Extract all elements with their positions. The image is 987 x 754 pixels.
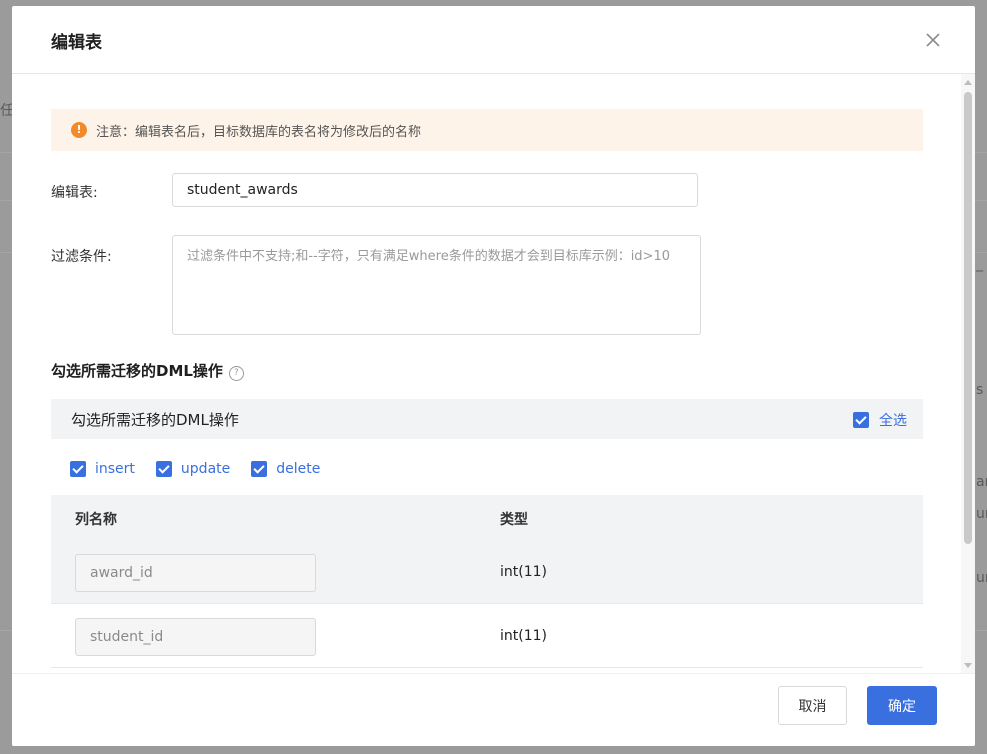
dml-panel-title: 勾选所需迁移的DML操作 [71,411,239,429]
confirm-button[interactable]: 确定 [867,686,937,725]
checkbox-checked-icon [155,461,172,477]
column-type-header: 类型 [500,512,528,528]
checkbox-checked-icon [70,461,86,477]
dialog-footer: 取消 确定 [12,673,975,746]
update-label: update [180,461,231,477]
checkbox-checked-icon [251,461,268,477]
background-text: _ [976,256,983,272]
dml-operations: insert update delete [70,461,341,477]
scroll-down-icon[interactable] [964,663,972,668]
table-row: int(11) [51,540,923,604]
update-checkbox[interactable]: update [155,461,231,477]
help-icon[interactable]: ? [228,366,244,381]
filter-textarea[interactable] [172,235,701,335]
vertical-scrollbar[interactable] [961,74,975,674]
column-name-input[interactable] [75,618,316,656]
column-name-header: 列名称 [75,512,117,528]
dml-panel-header: 勾选所需迁移的DML操作 全选 [51,399,923,439]
table-name-label: 编辑表: [51,185,98,201]
dialog-header: 编辑表 [12,6,975,74]
columns-table: 列名称 类型 int(11) int(11) [51,495,923,668]
cancel-button[interactable]: 取消 [778,686,847,725]
dialog-title: 编辑表 [51,33,102,53]
delete-label: delete [276,461,321,477]
table-row: int(11) [51,604,923,668]
select-all-label: 全选 [879,413,907,429]
edit-table-dialog: 编辑表 ! 注意：编辑表名后，目标数据库的表名将为修改后的名称 编辑表: 过滤条… [12,6,975,746]
background-text: s [976,382,984,398]
column-type: int(11) [500,564,547,580]
background-text: ur [976,506,987,522]
table-header: 列名称 类型 [51,495,923,540]
table-name-input[interactable] [172,173,698,207]
delete-checkbox[interactable]: delete [251,461,320,477]
insert-label: insert [95,461,135,477]
warning-icon: ! [71,122,87,138]
insert-checkbox[interactable]: insert [70,461,135,477]
background-text: ar [976,474,987,490]
column-name-input[interactable] [75,554,316,592]
scroll-up-icon[interactable] [964,80,972,85]
notice-text: 注意：编辑表名后，目标数据库的表名将为修改后的名称 [96,125,422,140]
checkbox-checked-icon [853,412,869,428]
column-type: int(11) [500,628,547,644]
filter-label: 过滤条件: [51,249,112,265]
dialog-body: ! 注意：编辑表名后，目标数据库的表名将为修改后的名称 编辑表: 过滤条件: 勾… [12,74,975,674]
notice-banner: ! 注意：编辑表名后，目标数据库的表名将为修改后的名称 [51,109,923,151]
scrollbar-thumb[interactable] [964,92,972,544]
dml-section-title-text: 勾选所需迁移的DML操作 [51,362,223,380]
background-text: ur [976,570,987,586]
close-icon[interactable] [921,28,945,52]
dml-section-title: 勾选所需迁移的DML操作? [51,360,244,381]
select-all-checkbox[interactable]: 全选 [853,410,907,430]
